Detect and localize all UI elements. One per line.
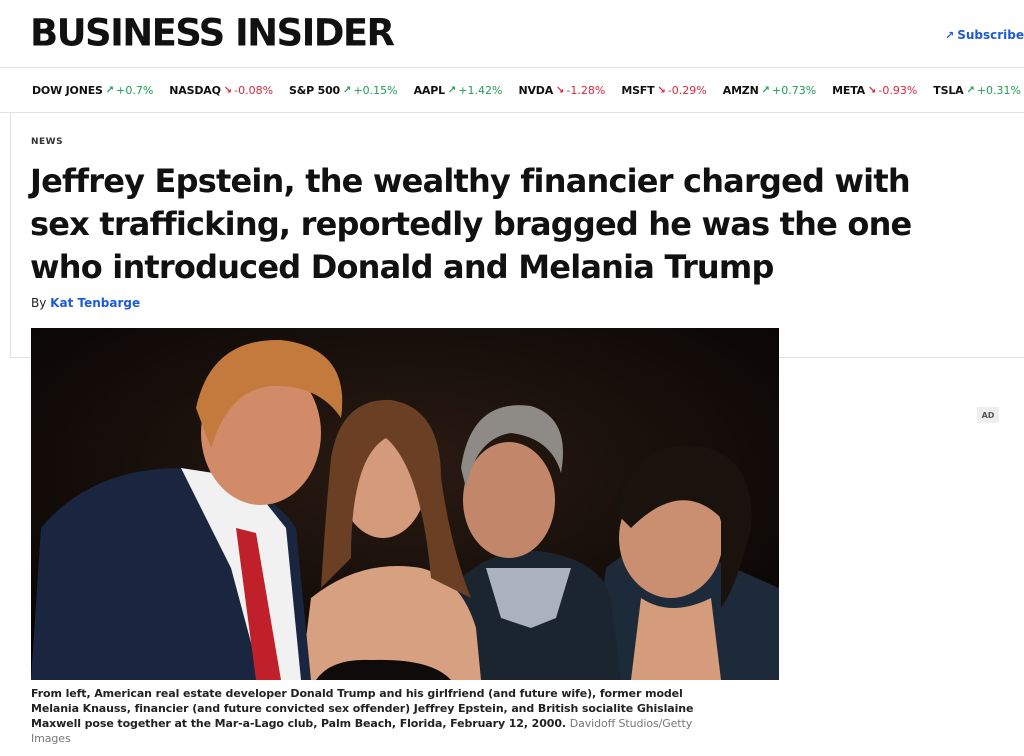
article-photo <box>31 328 779 680</box>
site-header: BUSINESS INSIDER ↗ Subscribe <box>0 0 1024 68</box>
ticker-change: -1.28% <box>566 83 606 97</box>
ticker-symbol: AAPL <box>413 83 446 97</box>
ticker-symbol: NASDAQ <box>169 83 221 97</box>
arrow-down-right-icon: ↘ <box>657 84 666 96</box>
ticker-item[interactable]: NASDAQ ↘ -0.08% <box>169 84 273 97</box>
ticker-change: -0.29% <box>667 83 707 97</box>
byline-prefix: By <box>31 296 47 310</box>
arrow-up-right-icon: ↗ <box>343 84 352 96</box>
ticker-symbol: META <box>832 83 865 97</box>
ticker-item[interactable]: S&P 500 ↗ +0.15% <box>289 84 398 97</box>
subscribe-link[interactable]: ↗ Subscribe <box>945 28 1024 42</box>
ticker-change: +0.31% <box>976 83 1022 97</box>
photo-caption: From left, American real estate develope… <box>31 686 711 746</box>
ticker-item[interactable]: NVDA ↘ -1.28% <box>518 84 605 97</box>
ticker-change: +0.15% <box>353 83 398 97</box>
ticker-item[interactable]: META ↘ -0.93% <box>832 84 917 97</box>
ticker-symbol: NVDA <box>518 83 554 97</box>
ticker-change: +0.73% <box>771 83 817 97</box>
ticker-item[interactable]: MSFT ↘ -0.29% <box>621 84 706 97</box>
arrow-down-right-icon: ↘ <box>223 84 233 96</box>
arrow-down-right-icon: ↘ <box>556 84 565 96</box>
ticker-item[interactable]: TSLA ↗ +0.31% <box>933 84 1021 97</box>
arrow-up-right-icon: ↗ <box>944 28 955 42</box>
ticker-item[interactable]: AAPL ↗ +1.42% <box>414 84 503 97</box>
arrow-up-right-icon: ↗ <box>966 84 975 96</box>
ticker-change: -0.93% <box>878 83 918 97</box>
arrow-up-right-icon: ↗ <box>761 84 770 96</box>
ticker-change: -0.08% <box>234 83 274 97</box>
author-link[interactable]: Kat Tenbarge <box>50 296 140 310</box>
subscribe-label: Subscribe <box>957 28 1024 42</box>
ticker-item[interactable]: DOW JONES ↗ +0.7% <box>32 84 153 97</box>
ticker-symbol: MSFT <box>621 83 655 97</box>
ticker-symbol: DOW JONES <box>32 83 103 97</box>
ticker-change: +1.42% <box>458 83 503 97</box>
article-headline: Jeffrey Epstein, the wealthy financier c… <box>30 162 912 286</box>
ad-badge: AD <box>977 407 999 423</box>
article-category[interactable]: NEWS <box>31 137 63 147</box>
ticker-symbol: S&P 500 <box>289 83 341 97</box>
site-logo[interactable]: BUSINESS INSIDER <box>30 14 395 52</box>
ticker-change: +0.7% <box>116 83 154 97</box>
ticker-item[interactable]: AMZN ↗ +0.73% <box>723 84 816 97</box>
ticker-symbol: TSLA <box>933 83 964 97</box>
arrow-up-right-icon: ↗ <box>105 84 115 96</box>
arrow-up-right-icon: ↗ <box>447 84 457 96</box>
ticker-symbol: AMZN <box>722 83 759 97</box>
divider <box>10 113 11 357</box>
byline: By Kat Tenbarge <box>31 296 140 310</box>
arrow-down-right-icon: ↘ <box>867 84 877 96</box>
market-ticker: DOW JONES ↗ +0.7% NASDAQ ↘ -0.08% S&P 500 ↗ +0.1… <box>0 68 1024 113</box>
